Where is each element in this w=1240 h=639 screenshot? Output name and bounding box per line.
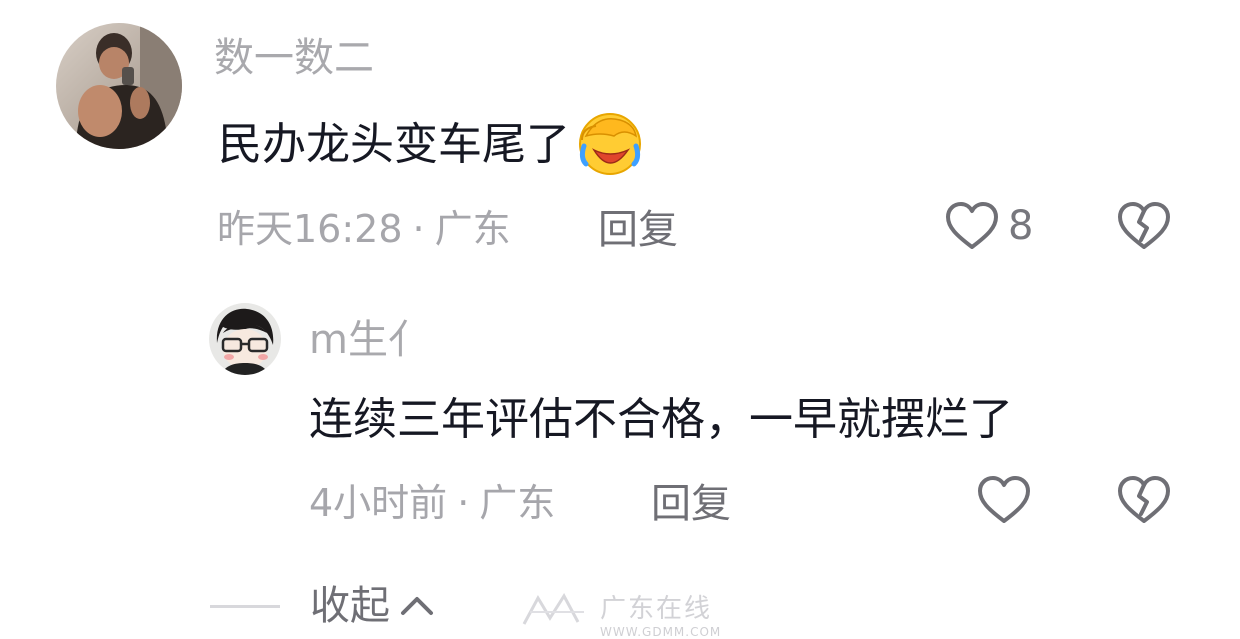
comment-meta: 昨天16:28 · 广东	[217, 210, 511, 248]
heart-outline-icon	[976, 474, 1032, 526]
like-button[interactable]: 8	[944, 200, 1033, 252]
heart-outline-icon	[944, 200, 1000, 252]
reply-like-button[interactable]	[976, 474, 1032, 530]
comment-username[interactable]: 数一数二	[214, 38, 374, 78]
meta-separator: ·	[457, 481, 470, 525]
reply-time: 4小时前	[309, 481, 448, 525]
comment-content: 民办龙头变车尾了	[218, 112, 646, 178]
watermark: 广东在线 WWW.GDMM.COM	[520, 588, 721, 639]
reply-avatar[interactable]	[209, 303, 281, 375]
comment-location: 广东	[434, 207, 511, 251]
watermark-url: WWW.GDMM.COM	[600, 625, 722, 639]
laughing-crying-face-icon	[574, 106, 646, 178]
reply-reply-button[interactable]: 回复	[651, 484, 731, 524]
avatar[interactable]	[56, 23, 182, 149]
comment-text: 民办龙头变车尾了	[218, 119, 570, 170]
collapse-button[interactable]: 收起	[310, 586, 436, 626]
reply-text: 连续三年评估不合格，一早就摆烂了	[309, 394, 1013, 445]
reply-username[interactable]: m生亻	[309, 320, 428, 360]
watermark-logo-icon	[520, 588, 590, 632]
reply-meta: 4小时前 · 广东	[309, 484, 555, 522]
dislike-button[interactable]	[1116, 200, 1172, 256]
like-count: 8	[1008, 203, 1034, 249]
broken-heart-icon	[1116, 200, 1172, 252]
reply-dislike-button[interactable]	[1116, 474, 1172, 530]
comment-time: 昨天16:28	[217, 207, 403, 251]
chevron-up-icon	[398, 591, 436, 621]
reply-button[interactable]: 回复	[598, 210, 678, 250]
meta-separator: ·	[412, 207, 425, 251]
collapse-label: 收起	[310, 583, 390, 629]
watermark-text: 广东在线	[600, 594, 713, 624]
collapse-divider	[210, 605, 280, 608]
reply-location: 广东	[479, 481, 556, 525]
broken-heart-icon	[1116, 474, 1172, 526]
